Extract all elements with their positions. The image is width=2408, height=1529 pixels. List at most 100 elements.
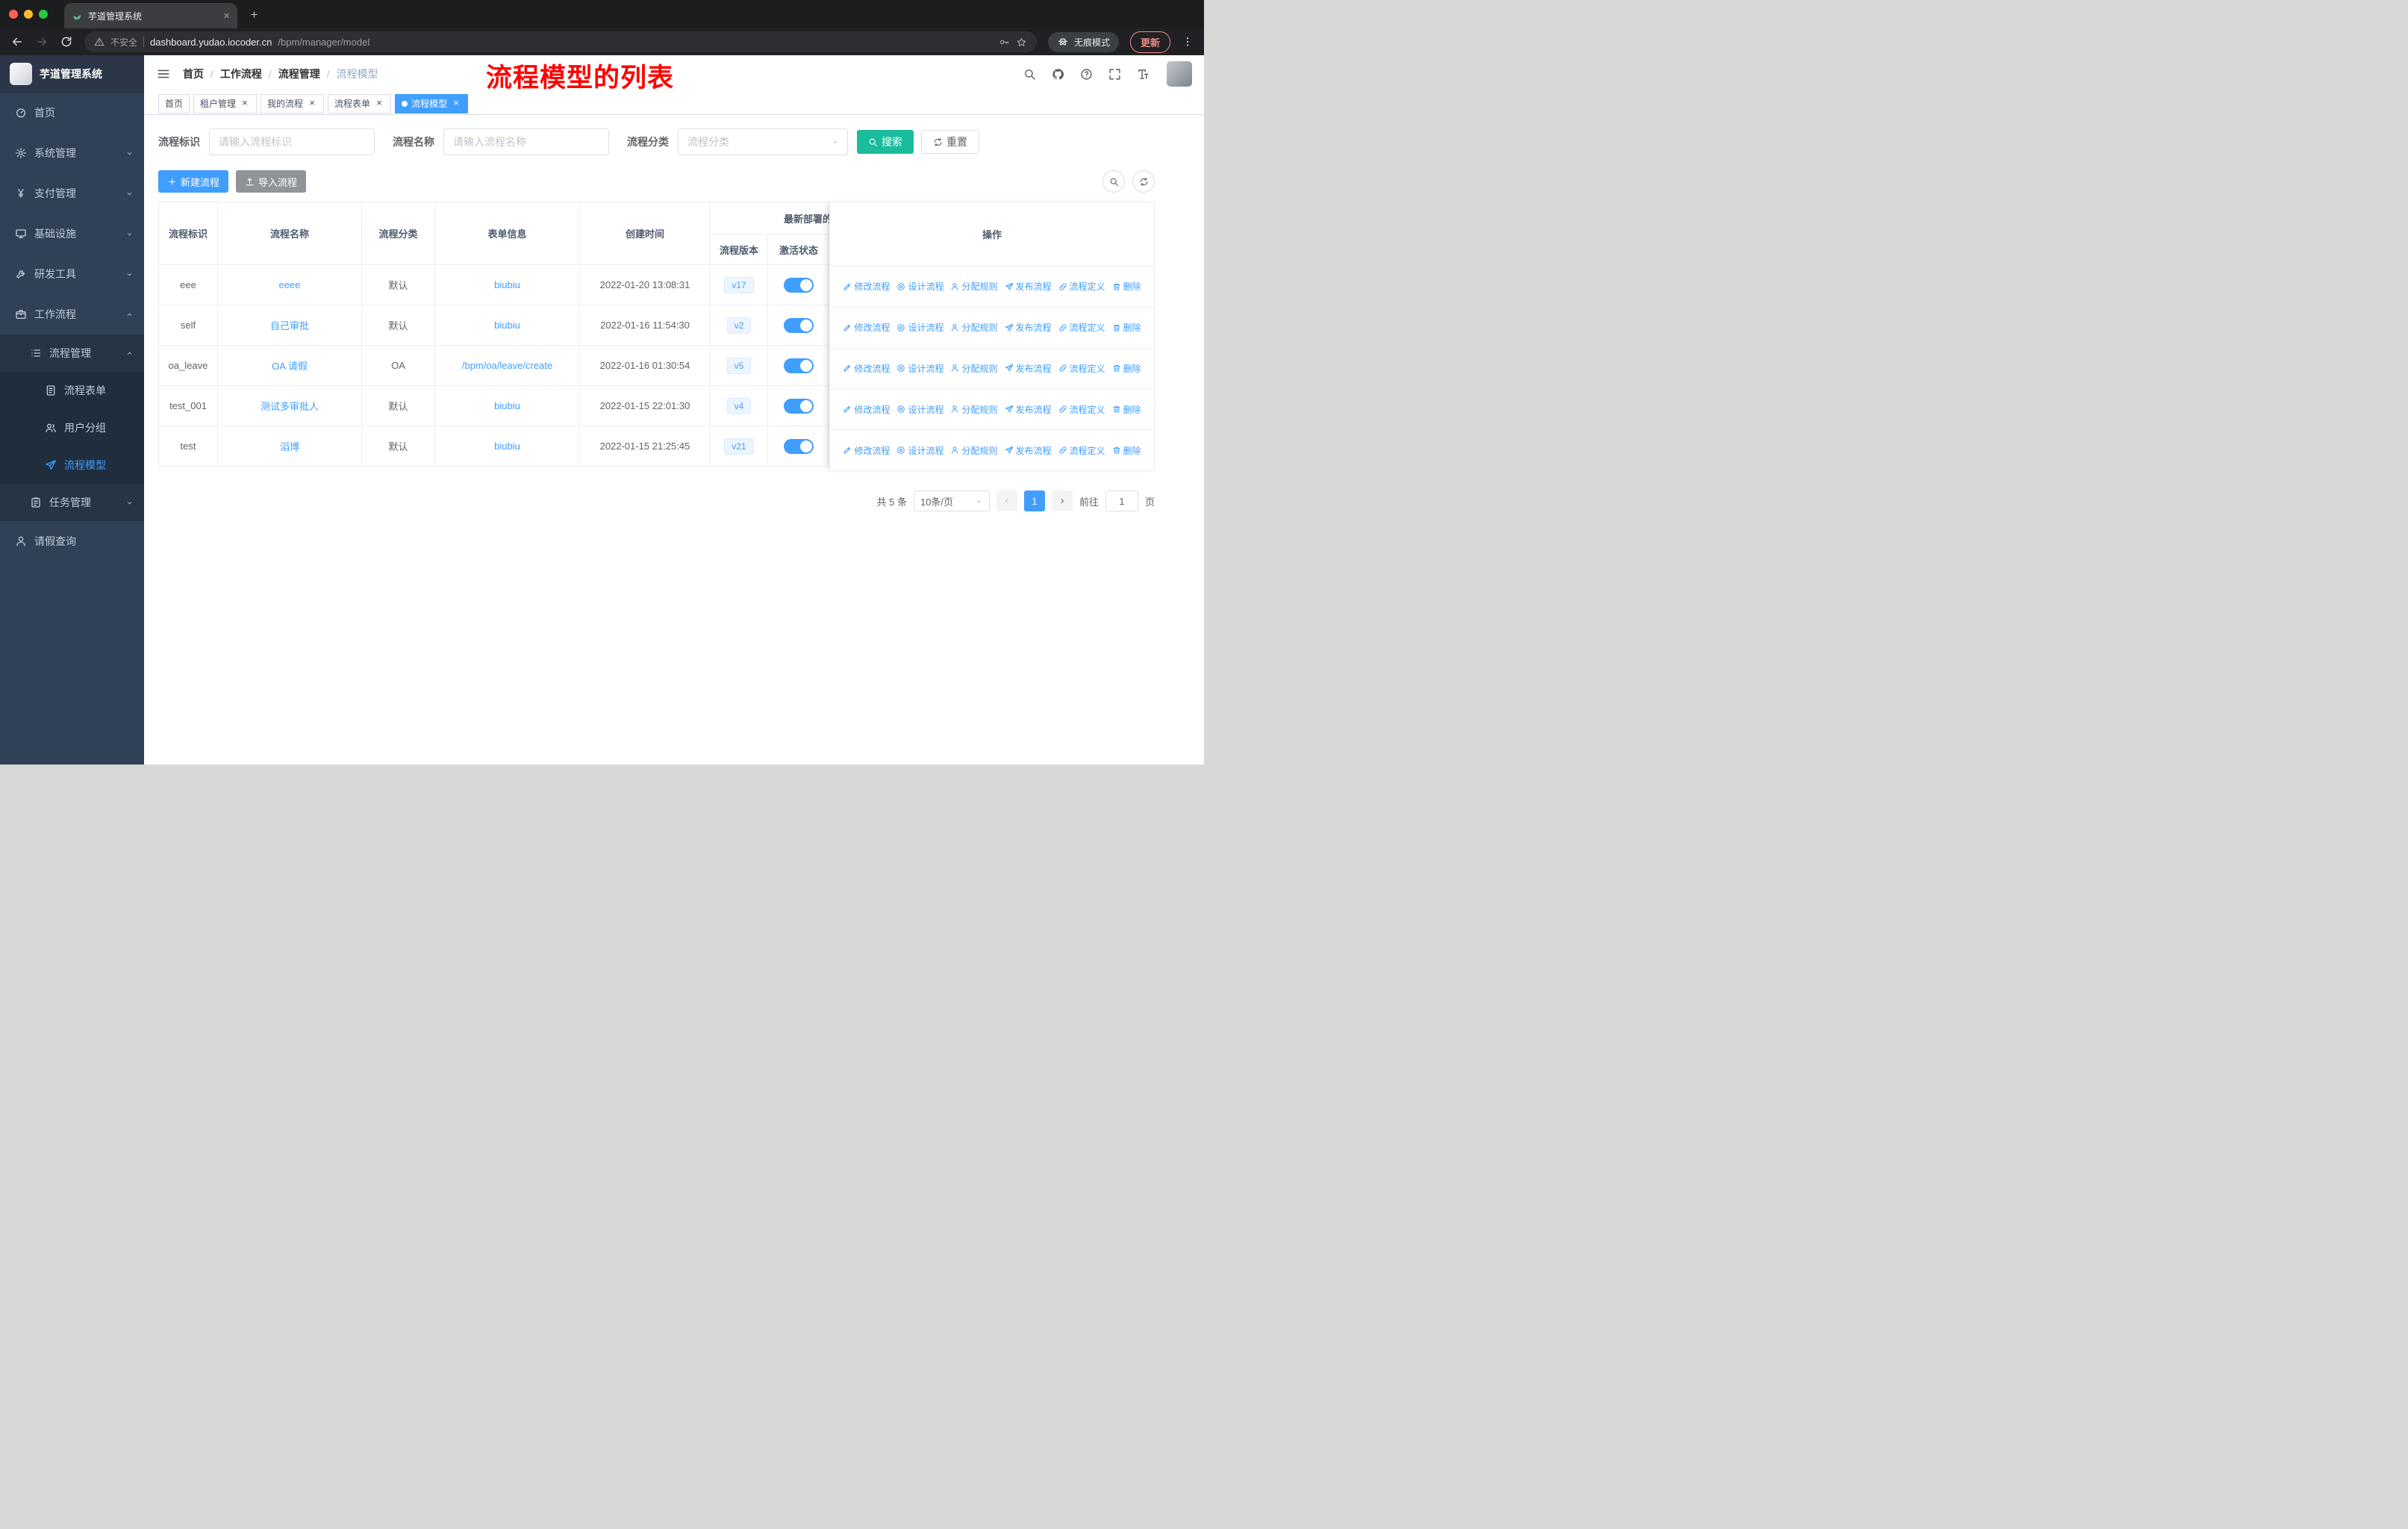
page-size-select[interactable]: 10条/页 — [913, 491, 990, 511]
action-设计流程[interactable]: 设计流程 — [896, 444, 943, 457]
reload-icon[interactable] — [60, 35, 73, 49]
action-发布流程[interactable]: 发布流程 — [1005, 403, 1052, 416]
app-logo[interactable]: 芋道管理系统 — [0, 55, 144, 93]
tab-租户管理[interactable]: 租户管理 × — [193, 93, 258, 113]
sidebar-item-研发工具[interactable]: 研发工具 — [0, 254, 144, 294]
toggle-search-button[interactable] — [1102, 170, 1125, 193]
update-button[interactable]: 更新 — [1129, 31, 1170, 53]
refresh-table-button[interactable] — [1132, 170, 1155, 193]
process-name-link[interactable]: 自己审批 — [270, 320, 309, 331]
sidebar-item-请假查询[interactable]: 请假查询 — [0, 521, 144, 561]
action-删除[interactable]: 删除 — [1112, 321, 1141, 334]
form-info-link[interactable]: biubiu — [494, 400, 520, 411]
action-分配规则[interactable]: 分配规则 — [950, 403, 998, 416]
action-设计流程[interactable]: 设计流程 — [896, 321, 943, 334]
sidebar-item-基础设施[interactable]: 基础设施 — [0, 214, 144, 254]
action-设计流程[interactable]: 设计流程 — [896, 362, 943, 375]
address-bar[interactable]: 不安全 dashboard.yudao.iocoder.cn /bpm/mana… — [84, 31, 1037, 52]
search-button[interactable]: 搜索 — [857, 130, 914, 154]
page-number-button[interactable]: 1 — [1023, 491, 1045, 511]
form-info-link[interactable]: biubiu — [494, 440, 520, 452]
breadcrumb-item[interactable]: 工作流程 — [220, 66, 262, 81]
action-发布流程[interactable]: 发布流程 — [1005, 362, 1052, 375]
sidebar-item-工作流程[interactable]: 工作流程 — [0, 294, 144, 334]
active-toggle[interactable] — [784, 317, 814, 333]
breadcrumb-item[interactable]: 流程管理 — [278, 66, 320, 81]
action-修改流程[interactable]: 修改流程 — [843, 362, 890, 375]
close-window-button[interactable] — [9, 10, 18, 19]
tab-close-icon[interactable]: × — [307, 98, 317, 109]
prev-page-button[interactable] — [996, 491, 1017, 511]
active-toggle[interactable] — [784, 277, 814, 293]
action-删除[interactable]: 删除 — [1112, 280, 1141, 293]
minimize-window-button[interactable] — [24, 10, 33, 19]
sidebar-item-支付管理[interactable]: 支付管理 — [0, 173, 144, 214]
search-button[interactable] — [1023, 68, 1036, 81]
process-name-link[interactable]: OA 请假 — [272, 361, 308, 372]
action-修改流程[interactable]: 修改流程 — [843, 403, 890, 416]
create-process-button[interactable]: 新建流程 — [158, 170, 229, 193]
action-流程定义[interactable]: 流程定义 — [1058, 321, 1105, 334]
action-修改流程[interactable]: 修改流程 — [843, 321, 890, 334]
tab-close-icon[interactable]: × — [451, 98, 461, 109]
password-key-icon[interactable] — [999, 37, 1010, 48]
sidebar-item-流程表单[interactable]: 流程表单 — [0, 372, 144, 409]
process-key-input[interactable] — [209, 128, 375, 155]
sidebar-item-首页[interactable]: 首页 — [0, 93, 144, 133]
back-icon[interactable] — [10, 35, 24, 49]
form-info-link[interactable]: /bpm/oa/leave/create — [462, 360, 552, 371]
form-info-link[interactable]: biubiu — [494, 320, 520, 331]
active-toggle[interactable] — [784, 438, 814, 454]
tab-close-icon[interactable]: × — [374, 98, 384, 109]
tab-流程模型[interactable]: 流程模型 × — [395, 93, 469, 113]
reset-button[interactable]: 重置 — [921, 130, 979, 154]
breadcrumb-item[interactable]: 首页 — [183, 66, 204, 81]
action-流程定义[interactable]: 流程定义 — [1058, 444, 1105, 457]
zoom-window-button[interactable] — [39, 10, 48, 19]
sidebar-item-用户分组[interactable]: 用户分组 — [0, 409, 144, 446]
sidebar-item-流程模型[interactable]: 流程模型 — [0, 446, 144, 484]
question-button[interactable] — [1080, 68, 1093, 81]
fullscreen-button[interactable] — [1108, 68, 1121, 81]
bookmark-star-icon[interactable] — [1016, 37, 1027, 48]
sidebar-item-任务管理[interactable]: 任务管理 — [0, 484, 144, 521]
browser-tab[interactable]: 芋道管理系统 × — [64, 3, 237, 28]
browser-menu-button[interactable] — [1182, 36, 1194, 48]
new-tab-button[interactable] — [249, 10, 259, 19]
process-name-link[interactable]: 测试多审批人 — [261, 401, 319, 412]
action-设计流程[interactable]: 设计流程 — [896, 280, 943, 293]
user-avatar[interactable] — [1167, 61, 1192, 87]
action-分配规则[interactable]: 分配规则 — [950, 444, 998, 457]
forward-icon[interactable] — [35, 35, 49, 49]
action-分配规则[interactable]: 分配规则 — [950, 321, 998, 334]
import-process-button[interactable]: 导入流程 — [236, 170, 307, 193]
active-toggle[interactable] — [784, 398, 814, 414]
process-name-input[interactable] — [443, 128, 609, 155]
action-分配规则[interactable]: 分配规则 — [950, 280, 998, 293]
tab-close-icon[interactable]: × — [240, 98, 250, 109]
goto-page-input[interactable] — [1105, 491, 1138, 511]
fontsize-button[interactable] — [1137, 68, 1150, 81]
form-info-link[interactable]: biubiu — [494, 279, 520, 290]
process-name-link[interactable]: 滔博 — [280, 441, 299, 452]
action-修改流程[interactable]: 修改流程 — [843, 444, 890, 457]
sidebar-item-系统管理[interactable]: 系统管理 — [0, 133, 144, 173]
action-流程定义[interactable]: 流程定义 — [1058, 403, 1105, 416]
action-删除[interactable]: 删除 — [1112, 444, 1141, 457]
action-发布流程[interactable]: 发布流程 — [1005, 444, 1052, 457]
action-修改流程[interactable]: 修改流程 — [843, 280, 890, 293]
category-select[interactable]: 流程分类 — [678, 128, 848, 155]
next-page-button[interactable] — [1051, 491, 1073, 511]
action-设计流程[interactable]: 设计流程 — [896, 403, 943, 416]
action-发布流程[interactable]: 发布流程 — [1005, 280, 1052, 293]
action-流程定义[interactable]: 流程定义 — [1058, 362, 1105, 375]
action-流程定义[interactable]: 流程定义 — [1058, 280, 1105, 293]
action-删除[interactable]: 删除 — [1112, 403, 1141, 416]
tab-我的流程[interactable]: 我的流程 × — [261, 93, 325, 113]
tab-流程表单[interactable]: 流程表单 × — [328, 93, 392, 113]
sidebar-item-流程管理[interactable]: 流程管理 — [0, 334, 144, 372]
active-toggle[interactable] — [784, 358, 814, 373]
github-button[interactable] — [1052, 68, 1064, 81]
sidebar-toggle-hamburger-icon[interactable] — [156, 66, 171, 81]
process-name-link[interactable]: eeee — [279, 279, 301, 290]
